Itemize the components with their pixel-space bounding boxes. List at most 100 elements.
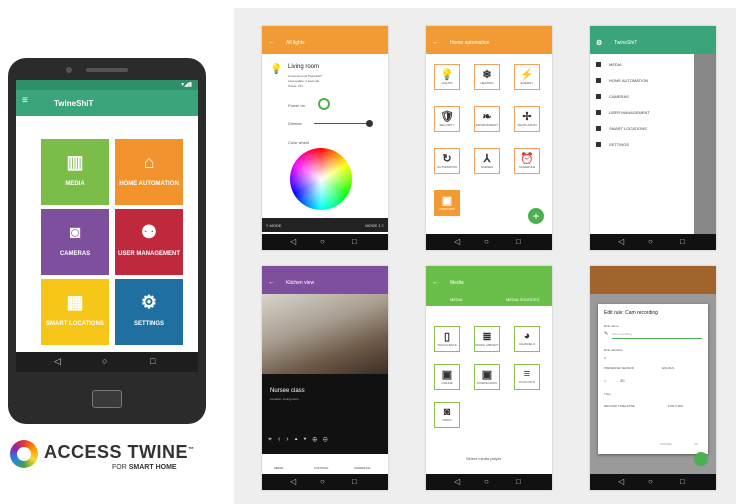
add-fab-button[interactable]: + (528, 208, 544, 224)
back-arrow-icon[interactable]: ← (268, 39, 275, 46)
back-icon[interactable]: ◁ (454, 477, 460, 486)
home-circle-icon[interactable]: ○ (320, 237, 325, 246)
automation-item-selected[interactable]: ▣ WINDOWS (434, 190, 460, 216)
media-item-icon: ▯ (443, 331, 451, 343)
fab-button[interactable] (694, 452, 708, 466)
nav-bar: ◁ ○ □ (426, 234, 552, 250)
dimmer-handle[interactable] (366, 120, 373, 127)
home-button[interactable] (92, 390, 122, 408)
media-item-icon: ≡ (523, 368, 531, 380)
back-icon[interactable]: ◁ (54, 356, 61, 367)
bulb-icon: 💡 (270, 64, 283, 75)
home-circle-icon[interactable]: ○ (102, 356, 107, 366)
home-circle-icon[interactable]: ○ (484, 237, 489, 246)
media-item[interactable]: ≡ PLAYLISTS (514, 364, 540, 390)
dialog-title: Edit rule: Cam recording (604, 310, 658, 316)
automation-item[interactable]: ↻ AUTOMATION (434, 148, 460, 174)
automation-item[interactable]: ❄ HEATING (474, 64, 500, 90)
tile-user-management[interactable]: ⚉ USER MANAGEMENT (115, 209, 183, 275)
drawer-item[interactable]: USER MANAGEMENT (596, 110, 650, 116)
media-item[interactable]: ▣ DOWNLOADS (474, 364, 500, 390)
power-button[interactable] (318, 98, 330, 110)
media-footer[interactable]: Select media player (466, 456, 501, 461)
back-icon[interactable]: ◁ (290, 237, 296, 246)
home-circle-icon[interactable]: ○ (320, 477, 325, 486)
camera-app-bar: ← Kitchen view (262, 266, 388, 294)
home-circle-icon[interactable]: ○ (648, 237, 653, 246)
operator-select[interactable]: EQUALS (662, 366, 674, 370)
tile-smart-locations[interactable]: ▦ SMART LOCATIONS (41, 279, 109, 345)
screen-home-automation: ← Home automation 💡 LIGHTS ❄ HEATING ⚡ ENER… (426, 26, 552, 250)
tile-media[interactable]: ▥ MEDIA (41, 139, 109, 205)
gear-icon[interactable]: ⚙ (596, 39, 602, 47)
nav-bar: ◁ ○ □ (590, 474, 716, 490)
tile-cameras[interactable]: ◙ CAMERAS (41, 209, 109, 275)
automation-item[interactable]: ⚡ ENERGY (514, 64, 540, 90)
automation-item[interactable]: ⅄ SCENES (474, 148, 500, 174)
dimmer-label: Dimmer (288, 121, 302, 126)
home-circle-icon[interactable]: ○ (648, 477, 653, 486)
menu-icon[interactable]: ≡ (22, 96, 28, 106)
nav-bar: ◁ ○ □ (16, 352, 198, 372)
app-title: TwineShiT (54, 99, 94, 108)
sensor-select[interactable]: PRESENCE SENSOR (604, 366, 634, 370)
automation-item[interactable]: ❧ ENVIRONMENT (474, 106, 500, 132)
hero-phone: ▾◢▮ ≡ TwineShiT ▥ MEDIA ⌂ HOME AUTOMATION … (8, 58, 206, 424)
duration-select[interactable]: FOR 5 MIN (668, 404, 683, 408)
value-input[interactable]: 30 (620, 378, 624, 383)
recents-icon[interactable]: □ (352, 237, 357, 246)
dimmer-slider[interactable] (314, 123, 370, 124)
back-icon[interactable]: ◁ (618, 237, 624, 246)
users-icon (596, 110, 601, 116)
brand-name: ACCESS TWINE™ (44, 442, 195, 462)
rule-name-underline (612, 338, 702, 339)
drawer-item[interactable]: SMART LOCATIONS (596, 126, 647, 132)
camera-room-name: Nursee class (270, 388, 305, 394)
recents-icon[interactable]: □ (150, 356, 155, 366)
back-icon[interactable]: ◁ (454, 237, 460, 246)
automation-item[interactable]: 🛡 SECURITY (434, 106, 460, 132)
drawer-item[interactable]: HOME AUTOMATION (596, 78, 648, 84)
gear-icon (596, 142, 601, 148)
recents-icon[interactable]: □ (680, 477, 685, 486)
drawer-scrim[interactable] (694, 54, 716, 234)
status-bar: ▾◢▮ (16, 80, 198, 90)
ok-button[interactable]: OK (694, 442, 698, 446)
back-icon[interactable]: ◁ (618, 477, 624, 486)
drawer-item[interactable]: MEDIA (596, 62, 622, 68)
tile-settings[interactable]: ⚙ SETTINGS (115, 279, 183, 345)
media-item[interactable]: ▯ TOUCH BACK (434, 326, 460, 352)
building-icon (596, 126, 601, 132)
tile-home-automation[interactable]: ⌂ HOME AUTOMATION (115, 139, 183, 205)
gear-icon: ⚙ (140, 292, 158, 312)
recents-icon[interactable]: □ (680, 237, 685, 246)
back-arrow-icon[interactable]: ← (432, 39, 439, 46)
pencil-icon: ✎ (604, 331, 609, 337)
back-icon[interactable]: ◁ (290, 477, 296, 486)
back-arrow-icon[interactable]: ← (268, 279, 275, 286)
rule-name-input[interactable]: Cam recording (612, 332, 632, 336)
media-item[interactable]: ≣ MUSIC LIBRARY (474, 326, 500, 352)
home-circle-icon[interactable]: ○ (484, 477, 489, 486)
media-item[interactable]: ◙ VIDEO (434, 402, 460, 428)
drawer-item[interactable]: CAMERAS (596, 94, 629, 100)
back-arrow-icon[interactable]: ← (432, 279, 439, 286)
screen-lights: ← All lights 💡 Living room Connected via… (262, 26, 388, 250)
recents-icon[interactable]: □ (516, 237, 521, 246)
media-item-icon: ◕ (523, 330, 531, 342)
action-select[interactable]: RECORD TIMELAPSE (604, 404, 635, 408)
media-item[interactable]: ◕ CHANNELS (514, 326, 540, 352)
recents-icon[interactable]: □ (516, 477, 521, 486)
camera-controls[interactable]: ⌖‹›▴▾⊕⊖ (268, 436, 382, 444)
color-wheel[interactable] (290, 148, 352, 210)
automation-item[interactable]: 💡 LIGHTS (434, 64, 460, 90)
cancel-button[interactable]: CANCEL (660, 442, 672, 446)
automation-item[interactable]: ✢ VENTILATION (514, 106, 540, 132)
camera-feed-image (262, 294, 388, 374)
drawer-item[interactable]: SETTINGS (596, 142, 629, 148)
automation-item[interactable]: ⏰ SCHEDULE (514, 148, 540, 174)
camera-icon (596, 94, 601, 100)
front-camera (66, 67, 72, 73)
media-item[interactable]: ▣ ONLINE (434, 364, 460, 390)
recents-icon[interactable]: □ (352, 477, 357, 486)
